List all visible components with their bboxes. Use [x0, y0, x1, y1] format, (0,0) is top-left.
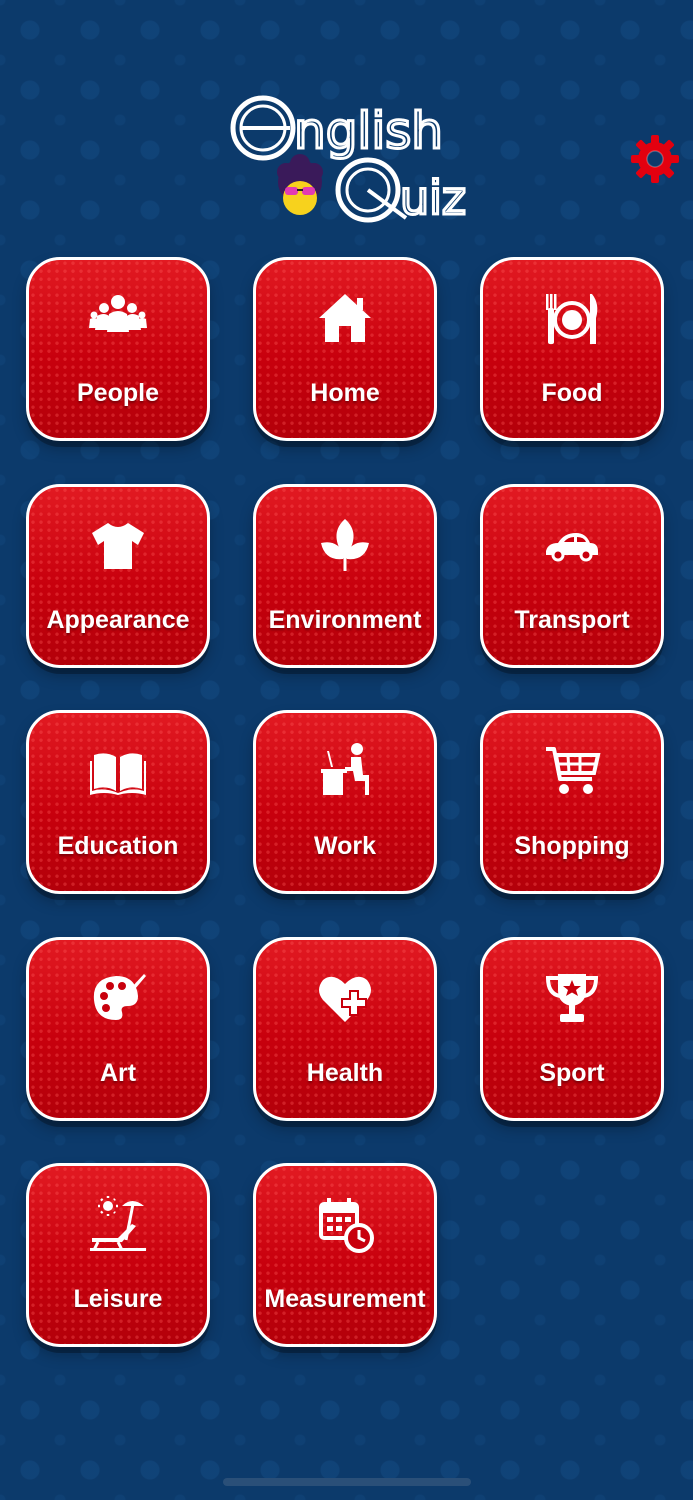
car-icon: [542, 515, 602, 575]
category-label: Education: [57, 832, 179, 860]
category-label: Leisure: [73, 1285, 163, 1313]
category-transport[interactable]: Transport: [480, 484, 664, 668]
beach-chair-icon: [88, 1194, 148, 1254]
category-art[interactable]: Art: [26, 937, 210, 1121]
category-environment[interactable]: Environment: [253, 484, 437, 668]
tshirt-icon: [88, 515, 148, 575]
category-health[interactable]: Health: [253, 937, 437, 1121]
shopping-cart-icon: [542, 741, 602, 801]
category-people[interactable]: People: [26, 257, 210, 441]
category-label: Sport: [539, 1059, 605, 1087]
category-label: Home: [310, 379, 380, 407]
category-measurement[interactable]: Measurement: [253, 1163, 437, 1347]
category-home[interactable]: Home: [253, 257, 437, 441]
category-grid: People Home Food Appearance Environment …: [0, 0, 693, 1500]
category-label: Transport: [514, 606, 630, 634]
category-appearance[interactable]: Appearance: [26, 484, 210, 668]
category-label: Art: [99, 1059, 137, 1087]
category-label: Work: [313, 832, 377, 860]
category-label: Shopping: [514, 832, 630, 860]
heart-plus-icon: [315, 968, 375, 1028]
palette-icon: [88, 968, 148, 1028]
house-icon: [315, 288, 375, 348]
category-sport[interactable]: Sport: [480, 937, 664, 1121]
category-leisure[interactable]: Leisure: [26, 1163, 210, 1347]
category-work[interactable]: Work: [253, 710, 437, 894]
category-label: Food: [541, 379, 603, 407]
category-label: Measurement: [264, 1285, 426, 1313]
category-label: People: [77, 379, 159, 407]
plate-cutlery-icon: [542, 288, 602, 348]
category-education[interactable]: Education: [26, 710, 210, 894]
category-label: Environment: [268, 606, 422, 634]
category-shopping[interactable]: Shopping: [480, 710, 664, 894]
calendar-clock-icon: [315, 1194, 375, 1254]
desk-worker-icon: [315, 741, 375, 801]
people-icon: [88, 288, 148, 348]
category-label: Health: [306, 1059, 384, 1087]
category-label: Appearance: [46, 606, 190, 634]
category-food[interactable]: Food: [480, 257, 664, 441]
home-indicator[interactable]: [223, 1478, 471, 1486]
leaves-icon: [315, 515, 375, 575]
trophy-icon: [542, 968, 602, 1028]
open-book-icon: [88, 741, 148, 801]
